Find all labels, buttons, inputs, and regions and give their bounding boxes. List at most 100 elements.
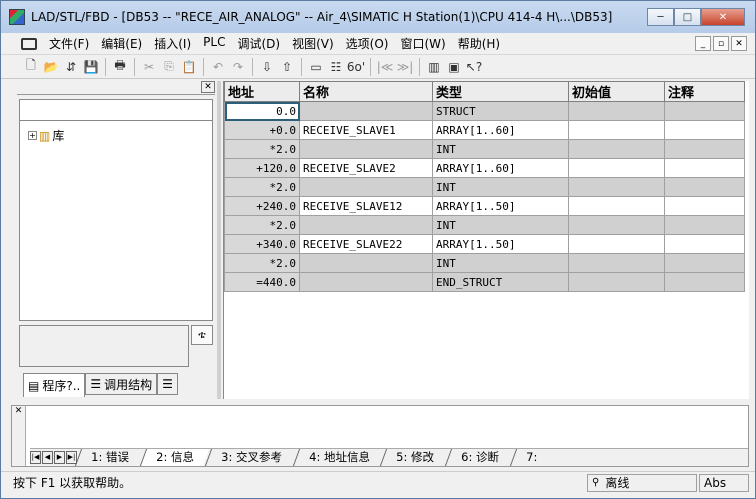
panel-close-icon[interactable]: ✕ (201, 81, 215, 93)
monitor-icon[interactable]: ▭ (306, 57, 326, 77)
cell-name[interactable] (299, 101, 433, 121)
cell-type[interactable]: INT (432, 139, 569, 159)
cell-comment[interactable] (664, 177, 745, 197)
tab-call-structure[interactable]: ☰ 调用结构 (85, 373, 158, 395)
mdi-close-button[interactable]: ✕ (731, 36, 747, 51)
title-bar[interactable]: LAD/STL/FBD - [DB53 -- "RECE_AIR_ANALOG"… (1, 1, 755, 33)
col-name[interactable]: 名称 (299, 81, 433, 102)
cell-type[interactable]: ARRAY[1..50] (432, 234, 569, 254)
close-button[interactable]: ✕ (701, 8, 745, 26)
output-tab-3[interactable]: 3: 交叉参考 (204, 449, 297, 466)
catalog-search-input[interactable] (19, 99, 213, 121)
cell-comment[interactable] (664, 120, 745, 140)
cell-name[interactable]: RECEIVE_SLAVE12 (299, 196, 433, 216)
cell-type[interactable]: INT (432, 215, 569, 235)
cell-type[interactable]: INT (432, 253, 569, 273)
cell-initial-value[interactable] (568, 196, 665, 216)
maximize-button[interactable]: □ (674, 8, 701, 26)
paste-icon[interactable]: 📋 (179, 57, 199, 77)
cell-initial-value[interactable] (568, 177, 665, 197)
tree-expand-icon[interactable]: + (28, 131, 37, 140)
copy-icon[interactable]: ⎘ (159, 57, 179, 77)
output-window-side-bar[interactable]: ✕ (12, 406, 26, 466)
output-tab-6[interactable]: 6: 诊断 (445, 449, 515, 466)
print-icon[interactable]: 🖶 (110, 57, 130, 77)
cell-initial-value[interactable] (568, 101, 665, 121)
cell-address[interactable]: 0.0 (224, 101, 300, 121)
cell-comment[interactable] (664, 253, 745, 273)
menu-item-6[interactable]: 选项(O) (340, 35, 395, 52)
details-icon[interactable]: ▣ (444, 57, 464, 77)
cell-address[interactable]: *2.0 (224, 253, 300, 273)
menu-item-7[interactable]: 窗口(W) (394, 35, 451, 52)
prev-tab-icon[interactable]: ◀ (42, 451, 53, 464)
cell-comment[interactable] (664, 158, 745, 178)
info-toggle-icon[interactable]: ቴ (191, 325, 213, 345)
tab-more[interactable]: ☰ (157, 373, 178, 395)
cell-name[interactable] (299, 272, 433, 292)
cell-type[interactable]: ARRAY[1..60] (432, 120, 569, 140)
menu-item-1[interactable]: 编辑(E) (95, 35, 148, 52)
accessible-nodes-icon[interactable]: ☷ (326, 57, 346, 77)
mdi-minimize-button[interactable]: _ (695, 36, 711, 51)
cell-address[interactable]: +240.0 (224, 196, 300, 216)
menu-item-8[interactable]: 帮助(H) (452, 35, 506, 52)
cell-address[interactable]: +0.0 (224, 120, 300, 140)
cell-address[interactable]: +340.0 (224, 234, 300, 254)
menu-item-5[interactable]: 视图(V) (286, 35, 340, 52)
cut-icon[interactable]: ✂ (139, 57, 159, 77)
cell-name[interactable] (299, 215, 433, 235)
tab-program-elements[interactable]: ▤ 程序?.. (23, 373, 86, 397)
first-tab-icon[interactable]: |◀ (30, 451, 41, 464)
tree-node-library[interactable]: + ▥ 库 (28, 127, 64, 144)
menu-item-3[interactable]: PLC (197, 35, 231, 52)
cell-initial-value[interactable] (568, 120, 665, 140)
download-icon[interactable]: ⇩ (257, 57, 277, 77)
cell-initial-value[interactable] (568, 215, 665, 235)
cell-comment[interactable] (664, 101, 745, 121)
output-tab-2[interactable]: 2: 信息 (139, 449, 209, 466)
panel-splitter[interactable] (217, 81, 221, 399)
network-icon[interactable]: ⇵ (61, 57, 81, 77)
menu-item-0[interactable]: 文件(F) (43, 35, 95, 52)
col-comment[interactable]: 注释 (664, 81, 745, 102)
cell-initial-value[interactable] (568, 272, 665, 292)
help-pointer-icon[interactable]: ↖? (464, 57, 484, 77)
cell-type[interactable]: INT (432, 177, 569, 197)
new-icon[interactable]: 🗋 (21, 57, 41, 77)
cell-comment[interactable] (664, 139, 745, 159)
cell-initial-value[interactable] (568, 234, 665, 254)
cell-comment[interactable] (664, 234, 745, 254)
overview-icon[interactable]: ▥ (424, 57, 444, 77)
cell-name[interactable]: RECEIVE_SLAVE2 (299, 158, 433, 178)
cell-name[interactable] (299, 253, 433, 273)
col-type[interactable]: 类型 (432, 81, 569, 102)
cell-type[interactable]: ARRAY[1..50] (432, 196, 569, 216)
cell-address[interactable]: *2.0 (224, 177, 300, 197)
minimize-button[interactable]: ─ (647, 8, 674, 26)
col-initial-value[interactable]: 初始值 (568, 81, 665, 102)
col-address[interactable]: 地址 (224, 81, 300, 102)
save-icon[interactable]: 💾 (81, 57, 101, 77)
glasses-icon[interactable]: 6o' (346, 57, 366, 77)
cell-address[interactable]: *2.0 (224, 215, 300, 235)
cell-initial-value[interactable] (568, 139, 665, 159)
menu-item-2[interactable]: 插入(I) (148, 35, 197, 52)
redo-icon[interactable]: ↷ (228, 57, 248, 77)
upload-icon[interactable]: ⇧ (277, 57, 297, 77)
cell-name[interactable]: RECEIVE_SLAVE1 (299, 120, 433, 140)
cell-type[interactable]: ARRAY[1..60] (432, 158, 569, 178)
output-tab-1[interactable]: 1: 错误 (74, 449, 144, 466)
cell-type[interactable]: END_STRUCT (432, 272, 569, 292)
menu-item-4[interactable]: 调试(D) (231, 35, 286, 52)
cell-comment[interactable] (664, 215, 745, 235)
mdi-restore-button[interactable]: ▫ (713, 36, 729, 51)
cell-name[interactable] (299, 177, 433, 197)
cell-initial-value[interactable] (568, 253, 665, 273)
cell-address[interactable]: =440.0 (224, 272, 300, 292)
cell-address[interactable]: *2.0 (224, 139, 300, 159)
document-window-icon[interactable] (21, 37, 37, 50)
undo-icon[interactable]: ↶ (208, 57, 228, 77)
cell-initial-value[interactable] (568, 158, 665, 178)
cell-type[interactable]: STRUCT (432, 101, 569, 121)
